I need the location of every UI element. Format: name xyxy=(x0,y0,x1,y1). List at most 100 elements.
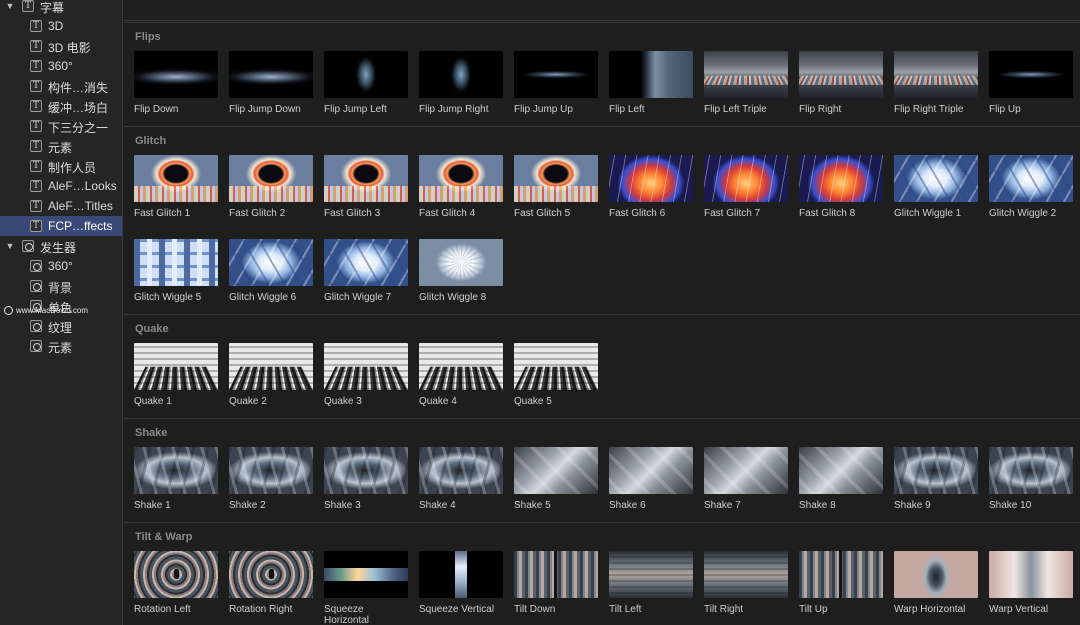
effect-tile[interactable]: Glitch Wiggle 5 xyxy=(134,239,218,303)
effect-tile[interactable]: Tilt Down xyxy=(514,551,598,615)
effect-tile[interactable]: Glitch Wiggle 2 xyxy=(989,155,1073,219)
effect-tile[interactable]: Tilt Right xyxy=(704,551,788,615)
effect-tile[interactable]: Shake 4 xyxy=(419,447,503,511)
effect-thumbnail[interactable] xyxy=(134,447,218,494)
effect-tile[interactable]: Flip Left Triple xyxy=(704,51,788,115)
effect-tile[interactable]: Fast Glitch 5 xyxy=(514,155,598,219)
sidebar-item[interactable]: 纹理 xyxy=(0,316,122,336)
effect-thumbnail[interactable] xyxy=(989,155,1073,202)
effect-thumbnail[interactable] xyxy=(229,447,313,494)
effect-thumbnail[interactable] xyxy=(324,447,408,494)
sidebar-item[interactable]: T 下三分之一 xyxy=(0,116,122,136)
effect-tile[interactable]: Quake 4 xyxy=(419,343,503,407)
effect-tile[interactable]: Flip Jump Left xyxy=(324,51,408,115)
effect-tile[interactable]: Fast Glitch 2 xyxy=(229,155,313,219)
effect-tile[interactable]: Squeeze Horizontal xyxy=(324,551,408,625)
sidebar-item[interactable]: T FCP…ffects xyxy=(0,216,122,236)
effect-thumbnail[interactable] xyxy=(894,551,978,598)
effect-tile[interactable]: Glitch Wiggle 6 xyxy=(229,239,313,303)
effect-tile[interactable]: Flip Jump Right xyxy=(419,51,503,115)
effect-tile[interactable]: Flip Right xyxy=(799,51,883,115)
effect-thumbnail[interactable] xyxy=(609,447,693,494)
effect-tile[interactable]: Shake 7 xyxy=(704,447,788,511)
effect-thumbnail[interactable] xyxy=(514,155,598,202)
effect-tile[interactable]: Flip Right Triple xyxy=(894,51,978,115)
effect-thumbnail[interactable] xyxy=(134,239,218,286)
effect-thumbnail[interactable] xyxy=(704,155,788,202)
disclosure-triangle-icon[interactable]: ▼ xyxy=(5,241,15,251)
effect-thumbnail[interactable] xyxy=(799,51,883,98)
sidebar-item[interactable]: T 元素 xyxy=(0,136,122,156)
effect-tile[interactable]: Warp Vertical xyxy=(989,551,1073,615)
effect-tile[interactable]: Quake 1 xyxy=(134,343,218,407)
effect-thumbnail[interactable] xyxy=(419,551,503,598)
effect-tile[interactable]: Flip Jump Up xyxy=(514,51,598,115)
effect-thumbnail[interactable] xyxy=(514,447,598,494)
effect-tile[interactable]: Quake 2 xyxy=(229,343,313,407)
effect-thumbnail[interactable] xyxy=(514,551,598,598)
sidebar-item[interactable]: T 构件…消失 xyxy=(0,76,122,96)
effect-thumbnail[interactable] xyxy=(989,551,1073,598)
sidebar-item[interactable]: T AleF…Titles xyxy=(0,196,122,216)
effect-tile[interactable]: Shake 3 xyxy=(324,447,408,511)
sidebar-item[interactable]: 背景 xyxy=(0,276,122,296)
effect-tile[interactable]: Glitch Wiggle 8 xyxy=(419,239,503,303)
effect-thumbnail[interactable] xyxy=(704,551,788,598)
effect-thumbnail[interactable] xyxy=(134,51,218,98)
effect-thumbnail[interactable] xyxy=(989,447,1073,494)
effect-thumbnail[interactable] xyxy=(894,155,978,202)
effect-thumbnail[interactable] xyxy=(324,51,408,98)
effect-tile[interactable]: Flip Down xyxy=(134,51,218,115)
effect-tile[interactable]: Shake 5 xyxy=(514,447,598,511)
effect-tile[interactable]: Flip Left xyxy=(609,51,693,115)
effect-thumbnail[interactable] xyxy=(229,551,313,598)
effect-tile[interactable]: Warp Horizontal xyxy=(894,551,978,615)
sidebar-group[interactable]: ▼ T 字幕 xyxy=(0,0,122,16)
effect-thumbnail[interactable] xyxy=(894,51,978,98)
effect-thumbnail[interactable] xyxy=(799,155,883,202)
effect-thumbnail[interactable] xyxy=(229,51,313,98)
effect-thumbnail[interactable] xyxy=(419,239,503,286)
sidebar-item[interactable]: 元素 xyxy=(0,336,122,356)
effect-thumbnail[interactable] xyxy=(514,343,598,390)
sidebar-group[interactable]: ▼ 发生器 xyxy=(0,236,122,256)
effect-tile[interactable]: Tilt Left xyxy=(609,551,693,615)
effect-tile[interactable]: Glitch Wiggle 1 xyxy=(894,155,978,219)
effect-tile[interactable]: Flip Jump Down xyxy=(229,51,313,115)
effect-tile[interactable]: Shake 10 xyxy=(989,447,1073,511)
effect-thumbnail[interactable] xyxy=(324,239,408,286)
effect-thumbnail[interactable] xyxy=(704,447,788,494)
effect-thumbnail[interactable] xyxy=(134,551,218,598)
effect-thumbnail[interactable] xyxy=(894,447,978,494)
sidebar-item[interactable]: 单色 xyxy=(0,296,122,316)
effect-tile[interactable]: Fast Glitch 6 xyxy=(609,155,693,219)
effect-tile[interactable]: Rotation Right xyxy=(229,551,313,615)
effect-thumbnail[interactable] xyxy=(324,155,408,202)
effect-tile[interactable]: Fast Glitch 4 xyxy=(419,155,503,219)
effect-tile[interactable]: Fast Glitch 8 xyxy=(799,155,883,219)
effect-thumbnail[interactable] xyxy=(229,239,313,286)
effect-thumbnail[interactable] xyxy=(419,447,503,494)
effect-tile[interactable]: Shake 8 xyxy=(799,447,883,511)
effect-thumbnail[interactable] xyxy=(609,155,693,202)
effect-tile[interactable]: Shake 9 xyxy=(894,447,978,511)
disclosure-triangle-icon[interactable]: ▼ xyxy=(5,1,15,11)
sidebar-item[interactable]: T AleF…Looks xyxy=(0,176,122,196)
effect-tile[interactable]: Shake 6 xyxy=(609,447,693,511)
effect-tile[interactable]: Flip Up xyxy=(989,51,1073,115)
effect-thumbnail[interactable] xyxy=(134,155,218,202)
effect-tile[interactable]: Quake 5 xyxy=(514,343,598,407)
effect-tile[interactable]: Shake 2 xyxy=(229,447,313,511)
effect-thumbnail[interactable] xyxy=(704,51,788,98)
sidebar-item[interactable]: T 3D xyxy=(0,16,122,36)
effect-thumbnail[interactable] xyxy=(134,343,218,390)
effect-tile[interactable]: Rotation Left xyxy=(134,551,218,615)
effect-tile[interactable]: Quake 3 xyxy=(324,343,408,407)
effect-tile[interactable]: Tilt Up xyxy=(799,551,883,615)
effect-thumbnail[interactable] xyxy=(229,343,313,390)
effect-thumbnail[interactable] xyxy=(609,51,693,98)
effect-thumbnail[interactable] xyxy=(799,551,883,598)
sidebar-item[interactable]: 360° xyxy=(0,256,122,276)
effect-thumbnail[interactable] xyxy=(324,343,408,390)
effect-tile[interactable]: Fast Glitch 1 xyxy=(134,155,218,219)
